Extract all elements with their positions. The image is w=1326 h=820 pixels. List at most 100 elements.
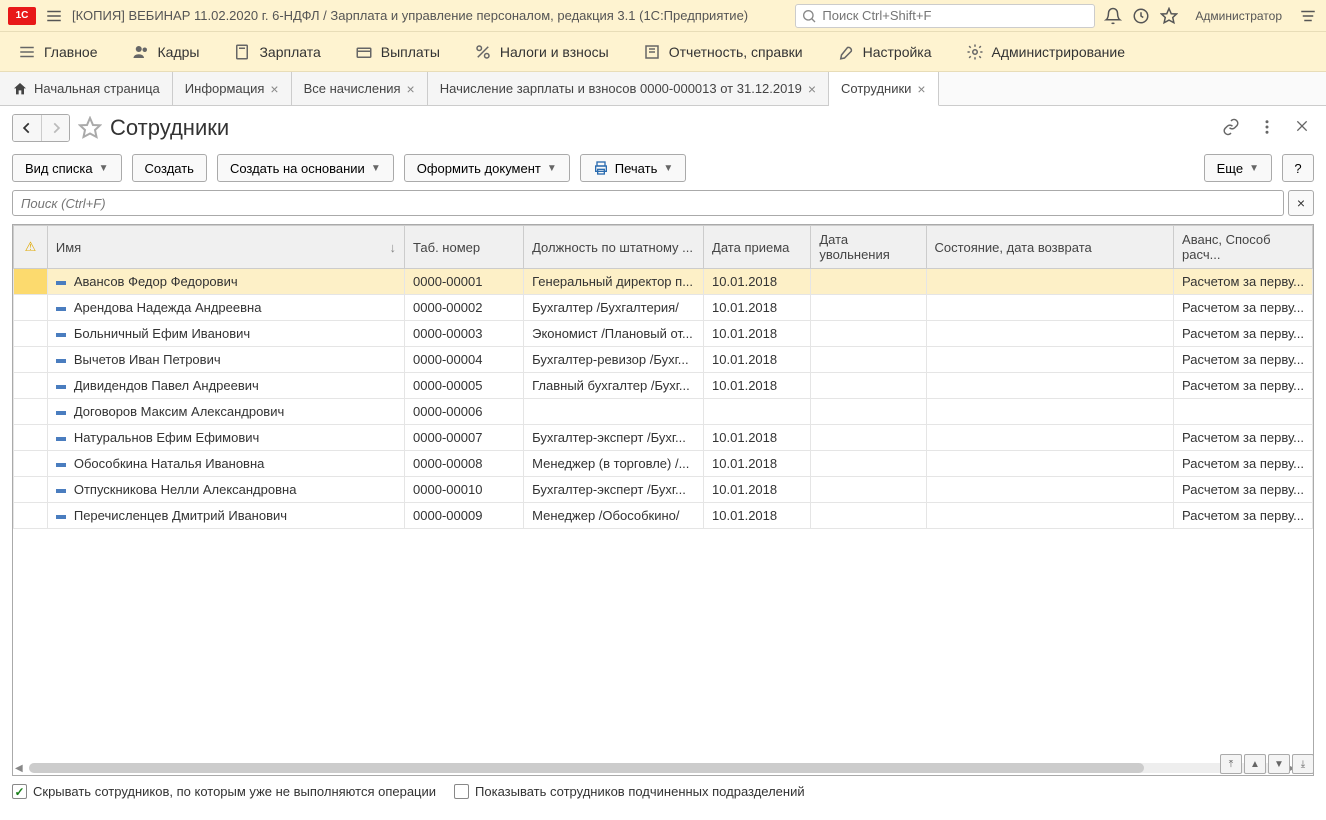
nav-label: Администрирование	[992, 44, 1126, 60]
row-marker-icon	[56, 515, 66, 519]
table-row[interactable]: Перечисленцев Дмитрий Иванович 0000-0000…	[14, 503, 1313, 529]
nav-label: Зарплата	[259, 44, 320, 60]
tab-label: Информация	[185, 81, 265, 96]
toolbar: Вид списка▼ Создать Создать на основании…	[0, 150, 1326, 186]
link-icon[interactable]	[1222, 118, 1242, 138]
make-document-button[interactable]: Оформить документ▼	[404, 154, 570, 182]
goto-down-button[interactable]: ▼	[1268, 754, 1290, 774]
wrench-icon	[837, 43, 855, 61]
goto-top-button[interactable]: ⤒	[1220, 754, 1242, 774]
user-label[interactable]: Администратор	[1187, 9, 1290, 23]
col-fire-date[interactable]: Дата увольнения	[811, 226, 926, 269]
tab-info[interactable]: Информация ×	[173, 72, 292, 105]
create-based-button[interactable]: Создать на основании▼	[217, 154, 394, 182]
forward-button[interactable]	[41, 115, 69, 141]
app-title: [КОПИЯ] ВЕБИНАР 11.02.2020 г. 6-НДФЛ / З…	[72, 8, 748, 23]
table-row[interactable]: Авансов Федор Федорович 0000-00001 Генер…	[14, 269, 1313, 295]
row-marker-icon	[56, 437, 66, 441]
global-search	[795, 4, 1095, 28]
show-subordinate-checkbox[interactable]: Показывать сотрудников подчиненных подра…	[454, 784, 805, 799]
col-state[interactable]: Состояние, дата возврата	[926, 226, 1174, 269]
tab-label: Начальная страница	[34, 81, 160, 96]
close-icon[interactable]: ×	[407, 81, 415, 97]
table-row[interactable]: Натуральнов Ефим Ефимович 0000-00007 Бух…	[14, 425, 1313, 451]
report-icon	[643, 43, 661, 61]
goto-up-button[interactable]: ▲	[1244, 754, 1266, 774]
back-button[interactable]	[13, 115, 41, 141]
settings-panel-icon[interactable]	[1298, 6, 1318, 26]
row-marker-icon	[56, 411, 66, 415]
row-marker-icon	[56, 333, 66, 337]
close-page-icon[interactable]	[1294, 118, 1314, 138]
nav-item-admin[interactable]: Администрирование	[958, 39, 1134, 65]
scroll-left-icon[interactable]: ◀	[13, 763, 25, 774]
col-warning[interactable]: ⚠	[14, 226, 48, 269]
people-icon	[132, 43, 150, 61]
percent-icon	[474, 43, 492, 61]
table-row[interactable]: Больничный Ефим Иванович 0000-00003 Экон…	[14, 321, 1313, 347]
menu-toggle-icon[interactable]	[44, 6, 64, 26]
table-row[interactable]: Договоров Максим Александрович 0000-0000…	[14, 399, 1313, 425]
filter-input[interactable]	[12, 190, 1284, 216]
nav-item-main[interactable]: Главное	[10, 39, 106, 65]
tab-all-accruals[interactable]: Все начисления ×	[292, 72, 428, 105]
calculator-icon	[233, 43, 251, 61]
favorite-star-icon[interactable]	[78, 116, 102, 140]
main-nav: Главное Кадры Зарплата Выплаты Налоги и …	[0, 32, 1326, 72]
nav-label: Настройка	[863, 44, 932, 60]
tab-label: Начисление зарплаты и взносов 0000-00001…	[440, 81, 802, 96]
hide-inactive-checkbox[interactable]: Скрывать сотрудников, по которым уже не …	[12, 784, 436, 799]
nav-item-personnel[interactable]: Кадры	[124, 39, 208, 65]
row-marker-icon	[56, 385, 66, 389]
table-row[interactable]: Дивидендов Павел Андреевич 0000-00005 Гл…	[14, 373, 1313, 399]
col-position[interactable]: Должность по штатному ...	[524, 226, 704, 269]
print-button[interactable]: Печать▼	[580, 154, 687, 182]
col-hire-date[interactable]: Дата приема	[704, 226, 811, 269]
close-icon[interactable]: ×	[808, 81, 816, 97]
checkbox-icon	[12, 784, 27, 799]
row-marker-icon	[56, 281, 66, 285]
list-nav-buttons: ⤒ ▲ ▼ ⤓	[1220, 754, 1314, 774]
gear-icon	[966, 43, 984, 61]
employees-table-wrap: ⚠ Имя↓ Таб. номер Должность по штатному …	[12, 224, 1314, 776]
nav-item-payments[interactable]: Выплаты	[347, 39, 448, 65]
help-button[interactable]: ?	[1282, 154, 1314, 182]
view-list-button[interactable]: Вид списка▼	[12, 154, 122, 182]
warning-icon: ⚠	[25, 239, 37, 254]
global-search-input[interactable]	[795, 4, 1095, 28]
tab-employees[interactable]: Сотрудники ×	[829, 72, 939, 106]
goto-bottom-button[interactable]: ⤓	[1292, 754, 1314, 774]
table-row[interactable]: Отпускникова Нелли Александровна 0000-00…	[14, 477, 1313, 503]
page-title: Сотрудники	[110, 115, 229, 141]
checkbox-icon	[454, 784, 469, 799]
tab-accrual-doc[interactable]: Начисление зарплаты и взносов 0000-00001…	[428, 72, 829, 105]
more-button[interactable]: Еще▼	[1204, 154, 1272, 182]
table-row[interactable]: Вычетов Иван Петрович 0000-00004 Бухгалт…	[14, 347, 1313, 373]
table-row[interactable]: Арендова Надежда Андреевна 0000-00002 Бу…	[14, 295, 1313, 321]
bell-icon[interactable]	[1103, 6, 1123, 26]
employees-table: ⚠ Имя↓ Таб. номер Должность по штатному …	[13, 225, 1313, 529]
tab-home[interactable]: Начальная страница	[0, 72, 173, 105]
col-number[interactable]: Таб. номер	[405, 226, 524, 269]
nav-item-salary[interactable]: Зарплата	[225, 39, 328, 65]
close-icon[interactable]: ×	[270, 81, 278, 97]
search-icon	[801, 8, 817, 24]
nav-item-settings[interactable]: Настройка	[829, 39, 940, 65]
table-row[interactable]: Обособкина Наталья Ивановна 0000-00008 М…	[14, 451, 1313, 477]
col-name[interactable]: Имя↓	[47, 226, 404, 269]
page-header: Сотрудники	[0, 106, 1326, 150]
caret-down-icon: ▼	[371, 163, 381, 174]
close-icon[interactable]: ×	[917, 81, 925, 97]
nav-item-reports[interactable]: Отчетность, справки	[635, 39, 811, 65]
history-icon[interactable]	[1131, 6, 1151, 26]
horizontal-scrollbar[interactable]: ◀ ▶	[13, 761, 1297, 775]
printer-icon	[593, 160, 609, 176]
filter-clear-button[interactable]: ×	[1288, 190, 1314, 216]
nav-item-taxes[interactable]: Налоги и взносы	[466, 39, 617, 65]
more-vertical-icon[interactable]	[1258, 118, 1278, 138]
tab-label: Все начисления	[304, 81, 401, 96]
col-advance[interactable]: Аванс, Способ расч...	[1174, 226, 1313, 269]
create-button[interactable]: Создать	[132, 154, 207, 182]
nav-label: Налоги и взносы	[500, 44, 609, 60]
star-icon[interactable]	[1159, 6, 1179, 26]
